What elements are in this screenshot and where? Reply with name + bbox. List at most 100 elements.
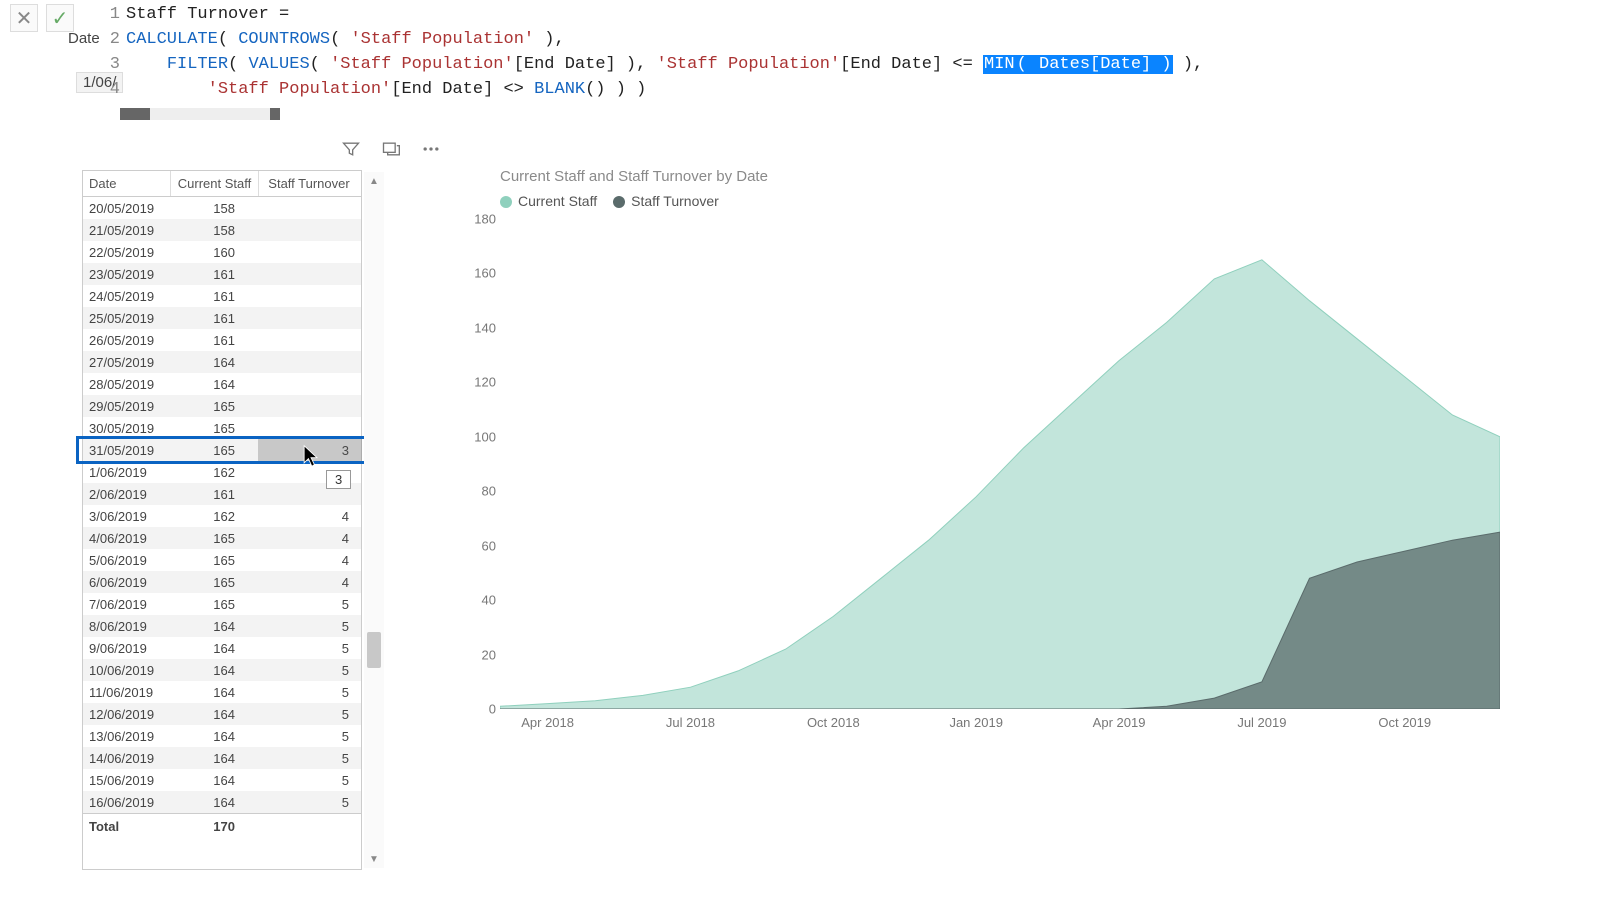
- table-row[interactable]: 21/05/2019158: [83, 219, 361, 241]
- dax-editor[interactable]: 1Staff Turnover =2CALCULATE( COUNTROWS( …: [102, 2, 1594, 102]
- cell-staff-turnover: 5: [259, 729, 359, 744]
- cell-staff-turnover: 5: [259, 795, 359, 810]
- table-row[interactable]: 24/05/2019161: [83, 285, 361, 307]
- table-row[interactable]: 29/05/2019165: [83, 395, 361, 417]
- x-tick: Jan 2019: [949, 715, 1003, 730]
- table-body[interactable]: 20/05/201915821/05/201915822/05/20191602…: [83, 197, 361, 813]
- table-row[interactable]: 5/06/20191654: [83, 549, 361, 571]
- table-row[interactable]: 1/06/2019162: [83, 461, 361, 483]
- cell-staff-turnover: 4: [259, 575, 359, 590]
- y-tick: 160: [474, 266, 496, 281]
- cell-current-staff: 161: [171, 333, 259, 348]
- area-chart-visual[interactable]: Current Staff and Staff Turnover by Date…: [500, 168, 1520, 748]
- cell-current-staff: 164: [171, 773, 259, 788]
- slicer-header-truncated: Date: [68, 30, 100, 47]
- cell-current-staff: 165: [171, 531, 259, 546]
- cell-current-staff: 164: [171, 377, 259, 392]
- cell-current-staff: 160: [171, 245, 259, 260]
- cell-current-staff: 162: [171, 509, 259, 524]
- cell-staff-turnover: 5: [259, 619, 359, 634]
- table-row[interactable]: 6/06/20191654: [83, 571, 361, 593]
- cell-current-staff: 161: [171, 267, 259, 282]
- footer-label: Total: [83, 819, 171, 834]
- col-header-staff-turnover[interactable]: Staff Turnover: [259, 171, 359, 196]
- cell-current-staff: 165: [171, 575, 259, 590]
- table-row[interactable]: 22/05/2019160: [83, 241, 361, 263]
- table-row[interactable]: 30/05/2019165: [83, 417, 361, 439]
- table-visual[interactable]: Date Current Staff Staff Turnover 20/05/…: [82, 170, 362, 870]
- commit-button[interactable]: ✓: [46, 4, 74, 32]
- y-tick: 120: [474, 375, 496, 390]
- slicer-scrollbar[interactable]: [120, 108, 280, 120]
- table-row[interactable]: 14/06/20191645: [83, 747, 361, 769]
- scrollbar-thumb[interactable]: [367, 632, 381, 668]
- cell-date: 10/06/2019: [83, 663, 171, 678]
- cell-date: 8/06/2019: [83, 619, 171, 634]
- slicer-scrollbar-end[interactable]: [270, 108, 280, 120]
- table-row[interactable]: 12/06/20191645: [83, 703, 361, 725]
- formula-bar: ✕ ✓ Date 1/06/ 1Staff Turnover =2CALCULA…: [0, 0, 1600, 110]
- table-row[interactable]: 23/05/2019161: [83, 263, 361, 285]
- table-row[interactable]: 28/05/2019164: [83, 373, 361, 395]
- filter-icon[interactable]: [340, 138, 362, 160]
- y-tick: 140: [474, 320, 496, 335]
- table-row[interactable]: 2/06/2019161: [83, 483, 361, 505]
- legend-item[interactable]: Current Staff: [500, 193, 597, 209]
- table-row[interactable]: 8/06/20191645: [83, 615, 361, 637]
- x-tick: Jul 2018: [666, 715, 715, 730]
- table-scrollbar[interactable]: ▲ ▼: [364, 172, 384, 868]
- cell-current-staff: 165: [171, 421, 259, 436]
- chart-legend: Current Staff Staff Turnover: [500, 193, 1520, 209]
- table-row[interactable]: 11/06/20191645: [83, 681, 361, 703]
- table-row[interactable]: 10/06/20191645: [83, 659, 361, 681]
- slicer-scrollbar-thumb[interactable]: [120, 108, 150, 120]
- cell-current-staff: 164: [171, 641, 259, 656]
- x-tick: Apr 2019: [1093, 715, 1146, 730]
- cell-date: 27/05/2019: [83, 355, 171, 370]
- table-row[interactable]: 15/06/20191645: [83, 769, 361, 791]
- table-row[interactable]: 3/06/20191624: [83, 505, 361, 527]
- col-header-date[interactable]: Date: [83, 171, 171, 196]
- cell-current-staff: 164: [171, 685, 259, 700]
- scroll-up-icon[interactable]: ▲: [364, 172, 384, 190]
- more-options-icon[interactable]: [420, 138, 442, 160]
- y-axis: 020406080100120140160180: [460, 219, 500, 709]
- table-row[interactable]: 27/05/2019164: [83, 351, 361, 373]
- cell-staff-turnover: 5: [259, 707, 359, 722]
- y-tick: 80: [482, 484, 496, 499]
- cell-current-staff: 162: [171, 465, 259, 480]
- cell-current-staff: 161: [171, 487, 259, 502]
- table-row[interactable]: 9/06/20191645: [83, 637, 361, 659]
- table-row[interactable]: 31/05/20191653: [83, 439, 361, 461]
- cell-date: 9/06/2019: [83, 641, 171, 656]
- cell-current-staff: 165: [171, 443, 259, 458]
- table-row[interactable]: 16/06/20191645: [83, 791, 361, 813]
- table-row[interactable]: 13/06/20191645: [83, 725, 361, 747]
- x-tick: Jul 2019: [1237, 715, 1286, 730]
- scroll-down-icon[interactable]: ▼: [364, 850, 384, 868]
- y-tick: 60: [482, 538, 496, 553]
- cell-date: 29/05/2019: [83, 399, 171, 414]
- cancel-button[interactable]: ✕: [10, 4, 38, 32]
- table-row[interactable]: 4/06/20191654: [83, 527, 361, 549]
- cell-staff-turnover: 5: [259, 597, 359, 612]
- cell-date: 30/05/2019: [83, 421, 171, 436]
- cell-date: 7/06/2019: [83, 597, 171, 612]
- col-header-current-staff[interactable]: Current Staff: [171, 171, 259, 196]
- y-tick: 20: [482, 647, 496, 662]
- cell-current-staff: 164: [171, 795, 259, 810]
- table-row[interactable]: 20/05/2019158: [83, 197, 361, 219]
- legend-item[interactable]: Staff Turnover: [613, 193, 719, 209]
- cell-date: 24/05/2019: [83, 289, 171, 304]
- cell-current-staff: 158: [171, 201, 259, 216]
- cell-current-staff: 164: [171, 663, 259, 678]
- focus-mode-icon[interactable]: [380, 138, 402, 160]
- table-row[interactable]: 25/05/2019161: [83, 307, 361, 329]
- chart-title: Current Staff and Staff Turnover by Date: [500, 168, 1520, 185]
- table-row[interactable]: 7/06/20191655: [83, 593, 361, 615]
- cell-current-staff: 164: [171, 707, 259, 722]
- chart-plot-area[interactable]: 020406080100120140160180 Apr 2018Jul 201…: [500, 219, 1500, 709]
- table-row[interactable]: 26/05/2019161: [83, 329, 361, 351]
- cell-staff-turnover: 5: [259, 641, 359, 656]
- cell-staff-turnover: 3: [259, 443, 359, 458]
